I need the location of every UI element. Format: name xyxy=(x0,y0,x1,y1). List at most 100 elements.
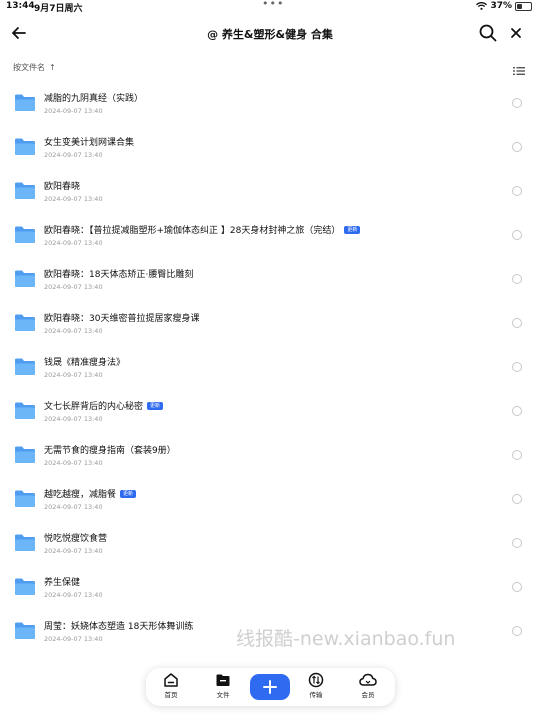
list-item[interactable]: 周莹：妖娆体态塑造 18天形体舞训练 2024-09-07 13:40 xyxy=(0,608,540,652)
plus-icon xyxy=(263,680,277,694)
view-mode-button[interactable] xyxy=(513,62,525,75)
tab-member[interactable]: 会员 xyxy=(351,672,385,702)
list-item[interactable]: 钱晟《精准瘦身法》 2024-09-07 13:40 xyxy=(0,344,540,388)
folder-filled-icon xyxy=(216,674,230,686)
file-name-wrap: 悦吃悦瘦饮食营 xyxy=(44,531,107,544)
file-name: 减脂的九阴真经（实践） xyxy=(44,94,144,104)
file-name: 欧阳春晓：18天体态矫正·腰臀比雕刻 xyxy=(44,270,194,280)
list-item[interactable]: 女生变美计划网课合集 2024-09-07 13:40 xyxy=(0,124,540,168)
select-radio[interactable] xyxy=(512,230,522,240)
file-date: 2024-09-07 13:40 xyxy=(44,459,103,467)
file-date: 2024-09-07 13:40 xyxy=(44,635,103,643)
select-radio[interactable] xyxy=(512,318,522,328)
folder-icon xyxy=(15,622,35,639)
search-icon xyxy=(479,24,497,42)
folder-icon xyxy=(15,490,35,507)
add-button[interactable] xyxy=(250,674,290,700)
battery-fill xyxy=(517,3,522,9)
select-radio[interactable] xyxy=(512,494,522,504)
list-item[interactable]: 无需节食的瘦身指南（套装9册） 2024-09-07 13:40 xyxy=(0,432,540,476)
list-item[interactable]: 欧阳春晓：30天维密普拉提居家瘦身课 2024-09-07 13:40 xyxy=(0,300,540,344)
select-radio[interactable] xyxy=(512,362,522,372)
list-item[interactable]: 欧阳春晓：【普拉提减脂塑形+瑜伽体态纠正 】28天身材封神之旅（完结） 更新 20… xyxy=(0,212,540,256)
select-radio[interactable] xyxy=(512,538,522,548)
file-name: 文七长胖背后的内心秘密 xyxy=(44,402,144,412)
file-name-wrap: 减脂的九阴真经（实践） xyxy=(44,91,143,104)
file-name: 欧阳春晓：【普拉提减脂塑形+瑜伽体态纠正 】28天身材封神之旅（完结） xyxy=(44,226,341,236)
list-item[interactable]: 文七长胖背后的内心秘密 更新 2024-09-07 13:40 xyxy=(0,388,540,432)
file-date: 2024-09-07 13:40 xyxy=(44,151,103,159)
folder-icon xyxy=(15,138,35,155)
bottom-tab-bar: 首页 文件 传输 会员 xyxy=(146,668,395,706)
file-name-wrap: 钱晟《精准瘦身法》 xyxy=(44,355,125,368)
multitask-dots-icon[interactable]: ••• xyxy=(262,0,284,10)
select-radio[interactable] xyxy=(512,274,522,284)
file-name-wrap: 欧阳春晓：【普拉提减脂塑形+瑜伽体态纠正 】28天身材封神之旅（完结） 更新 xyxy=(44,223,361,236)
list-item[interactable]: 悦吃悦瘦饮食营 2024-09-07 13:40 xyxy=(0,520,540,564)
list-item[interactable]: 越吃越瘦，减脂餐 更新 2024-09-07 13:40 xyxy=(0,476,540,520)
tab-transfer[interactable]: 传输 xyxy=(299,672,333,702)
file-name-wrap: 欧阳春晓 xyxy=(44,179,80,192)
file-name: 欧阳春晓 xyxy=(44,182,81,192)
folder-icon xyxy=(15,358,35,375)
tab-transfer-label: 传输 xyxy=(309,691,323,699)
select-radio[interactable] xyxy=(512,450,522,460)
list-item[interactable]: 减脂的九阴真经（实践） 2024-09-07 13:40 xyxy=(0,80,540,124)
folder-icon xyxy=(15,94,35,111)
select-radio[interactable] xyxy=(512,406,522,416)
file-name-wrap: 欧阳春晓：18天体态矫正·腰臀比雕刻 xyxy=(44,267,193,280)
status-right: 37% xyxy=(476,1,532,11)
cloud-icon xyxy=(359,673,377,686)
status-time: 13:44 xyxy=(6,1,35,11)
file-name: 无需节食的瘦身指南（套装9册） xyxy=(44,446,176,456)
select-radio[interactable] xyxy=(512,98,522,108)
folder-icon xyxy=(15,578,35,595)
file-name: 越吃越瘦，减脂餐 xyxy=(44,490,117,500)
folder-icon xyxy=(15,226,35,243)
file-name: 欧阳春晓：30天维密普拉提居家瘦身课 xyxy=(44,314,200,324)
search-button[interactable] xyxy=(478,23,498,43)
tab-home-label: 首页 xyxy=(164,691,178,699)
list-item[interactable]: 欧阳春晓 2024-09-07 13:40 xyxy=(0,168,540,212)
transfer-icon xyxy=(308,672,324,688)
file-date: 2024-09-07 13:40 xyxy=(44,371,103,379)
close-icon xyxy=(511,28,521,38)
select-radio[interactable] xyxy=(512,142,522,152)
list-icon xyxy=(513,67,525,75)
file-name-wrap: 无需节食的瘦身指南（套装9册） xyxy=(44,443,176,456)
list-item[interactable]: 养生保健 2024-09-07 13:40 xyxy=(0,564,540,608)
update-badge: 更新 xyxy=(120,489,137,498)
select-radio[interactable] xyxy=(512,626,522,636)
folder-icon xyxy=(15,182,35,199)
page-title: @ 养生&塑形&健身 合集 xyxy=(207,28,333,41)
back-button[interactable] xyxy=(8,22,30,44)
nav-bar: @ 养生&塑形&健身 合集 xyxy=(0,18,540,50)
close-button[interactable] xyxy=(506,23,526,43)
list-item[interactable]: 欧阳春晓：18天体态矫正·腰臀比雕刻 2024-09-07 13:40 xyxy=(0,256,540,300)
sort-arrow-icon: ↑ xyxy=(49,63,56,72)
file-date: 2024-09-07 13:40 xyxy=(44,283,103,291)
folder-icon xyxy=(15,314,35,331)
file-date: 2024-09-07 13:40 xyxy=(44,503,103,511)
tab-member-label: 会员 xyxy=(361,691,375,699)
sort-button[interactable]: 按文件名 ↑ xyxy=(13,62,56,73)
select-radio[interactable] xyxy=(512,186,522,196)
tab-files[interactable]: 文件 xyxy=(206,672,240,702)
file-date: 2024-09-07 13:40 xyxy=(44,107,103,115)
file-name: 钱晟《精准瘦身法》 xyxy=(44,358,126,368)
sort-bar: 按文件名 ↑ xyxy=(0,56,540,80)
file-name-wrap: 养生保健 xyxy=(44,575,80,588)
tab-files-label: 文件 xyxy=(216,691,230,699)
file-name: 养生保健 xyxy=(44,578,81,588)
file-date: 2024-09-07 13:40 xyxy=(44,327,103,335)
file-name-wrap: 文七长胖背后的内心秘密 更新 xyxy=(44,399,164,412)
file-date: 2024-09-07 13:40 xyxy=(44,415,103,423)
tab-home[interactable]: 首页 xyxy=(154,672,188,702)
folder-icon xyxy=(15,534,35,551)
folder-icon xyxy=(15,402,35,419)
select-radio[interactable] xyxy=(512,582,522,592)
file-name-wrap: 欧阳春晓：30天维密普拉提居家瘦身课 xyxy=(44,311,199,324)
status-date: 9月7日周六 xyxy=(34,4,83,14)
wifi-icon xyxy=(476,2,488,10)
file-list: 减脂的九阴真经（实践） 2024-09-07 13:40 女生变美计划网课合集 … xyxy=(0,80,540,652)
